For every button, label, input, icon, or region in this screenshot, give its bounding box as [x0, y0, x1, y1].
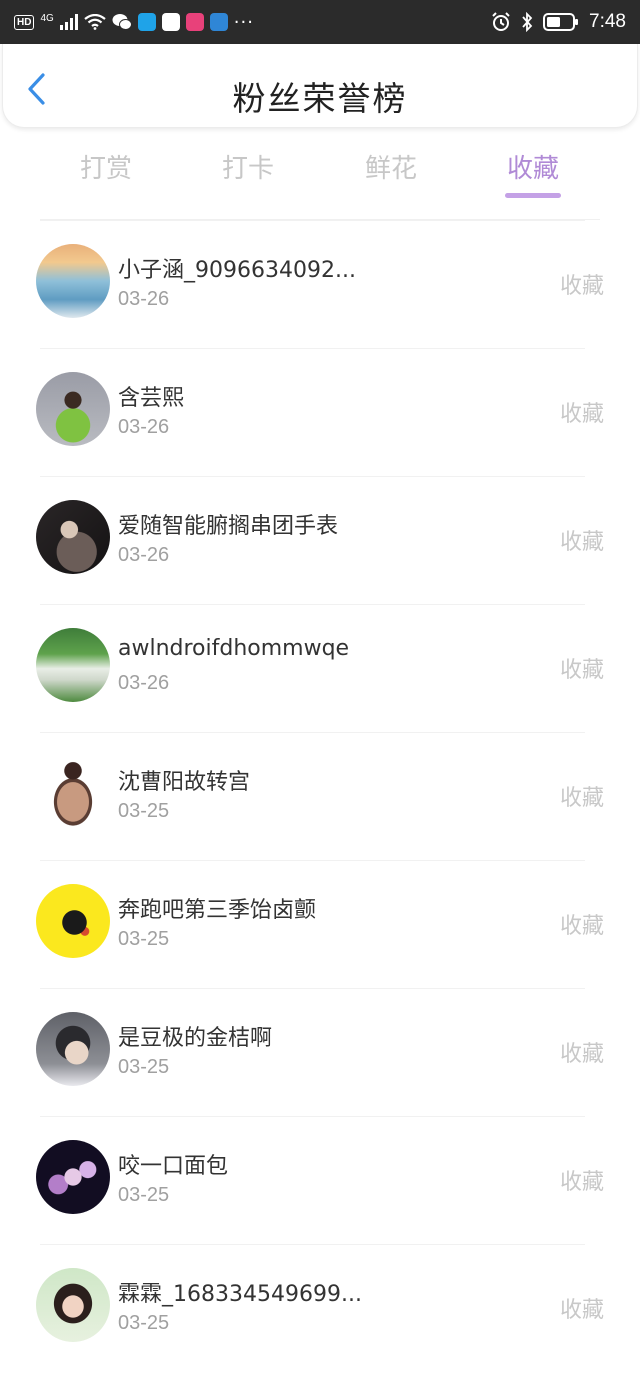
fan-name: 是豆极的金桔啊	[118, 1026, 273, 1051]
fan-date: 03-26	[118, 672, 170, 694]
list-item[interactable]: 霖霖_168334549699... 03-25 收藏	[0, 1244, 640, 1372]
favorite-label: 收藏	[559, 1298, 604, 1323]
fan-date: 03-26	[118, 544, 170, 566]
tab-tip[interactable]: 打赏	[66, 148, 146, 185]
fan-date: 03-25	[118, 800, 170, 822]
page-header: 粉丝荣誉榜	[2, 44, 638, 128]
wechat-icon	[112, 14, 132, 30]
fan-name: 小子涵_9096634092...	[118, 258, 356, 283]
list-item[interactable]: 咬一口面包 03-25 收藏	[0, 1116, 640, 1244]
row-divider	[40, 1244, 585, 1245]
news-app-icon	[185, 13, 204, 31]
search-app-icon	[137, 13, 156, 31]
tab-flowers[interactable]: 鲜花	[351, 148, 431, 185]
favorite-label: 收藏	[559, 1170, 604, 1195]
fan-date: 03-26	[118, 288, 170, 310]
fan-name: 沈曹阳故转宫	[118, 770, 251, 795]
status-bar: HD 4G ··· 7:48	[0, 0, 640, 44]
row-divider	[40, 604, 585, 605]
avatar[interactable]	[36, 1268, 110, 1342]
list-item[interactable]: 沈曹阳故转宫 03-25 收藏	[0, 732, 640, 860]
avatar[interactable]	[36, 756, 110, 830]
favorite-label: 收藏	[559, 1042, 604, 1067]
list-item[interactable]: 小子涵_9096634092... 03-26 收藏	[0, 220, 640, 348]
row-divider	[40, 348, 585, 349]
wifi-icon	[84, 14, 106, 30]
mail-app-icon	[161, 13, 180, 31]
avatar[interactable]	[36, 244, 110, 318]
fan-date: 03-25	[118, 1056, 170, 1078]
list-item[interactable]: 含芸熙 03-26 收藏	[0, 348, 640, 476]
list-item[interactable]: 爱随智能腑搁串团手表 03-26 收藏	[0, 476, 640, 604]
bluetooth-icon	[522, 12, 533, 32]
favorite-label: 收藏	[559, 274, 604, 299]
fan-name: 含芸熙	[118, 386, 185, 411]
fan-name: 奔跑吧第三季饴卤颤	[118, 898, 317, 923]
avatar[interactable]	[36, 1140, 110, 1214]
list-item[interactable]: awlndroifdhommwqe 03-26 收藏	[0, 604, 640, 732]
cloud-app-icon	[209, 13, 228, 31]
avatar[interactable]	[36, 628, 110, 702]
clock: 7:48	[589, 11, 626, 32]
fan-name: 爱随智能腑搁串团手表	[118, 514, 339, 539]
avatar[interactable]	[36, 372, 110, 446]
row-divider	[40, 860, 585, 861]
network-label: 4G	[40, 12, 54, 24]
favorite-label: 收藏	[559, 530, 604, 555]
row-divider	[40, 1116, 585, 1117]
avatar[interactable]	[36, 884, 110, 958]
hd-badge: HD	[14, 14, 35, 30]
fan-name: 咬一口面包	[118, 1154, 229, 1179]
active-tab-indicator	[505, 193, 561, 198]
fan-date: 03-26	[118, 416, 170, 438]
row-divider	[40, 732, 585, 733]
status-bar-right: 7:48	[491, 11, 626, 33]
favorite-label: 收藏	[559, 786, 604, 811]
tab-favorites[interactable]: 收藏	[493, 148, 573, 185]
list-item[interactable]: 奔跑吧第三季饴卤颤 03-25 收藏	[0, 860, 640, 988]
battery-icon	[543, 13, 579, 31]
avatar[interactable]	[36, 1012, 110, 1086]
page-title: 粉丝荣誉榜	[232, 79, 408, 118]
row-divider	[40, 476, 585, 477]
favorite-label: 收藏	[559, 658, 604, 683]
alarm-icon	[492, 12, 510, 31]
status-bar-left: HD 4G ···	[14, 12, 254, 33]
fan-name: 霖霖_168334549699...	[118, 1282, 362, 1307]
fan-date: 03-25	[118, 1184, 170, 1206]
row-divider	[40, 220, 585, 221]
favorite-label: 收藏	[559, 914, 604, 939]
fan-name: awlndroifdhommwqe	[118, 636, 350, 661]
signal-icon	[59, 14, 78, 30]
fan-list: 小子涵_9096634092... 03-26 收藏 含芸熙 03-26 收藏 …	[0, 220, 640, 1372]
more-notifications: ···	[233, 11, 254, 33]
tab-checkin[interactable]: 打卡	[208, 148, 288, 185]
row-divider	[40, 988, 585, 989]
list-item[interactable]: 是豆极的金桔啊 03-25 收藏	[0, 988, 640, 1116]
fan-date: 03-25	[118, 928, 170, 950]
favorite-label: 收藏	[559, 402, 604, 427]
fan-date: 03-25	[118, 1312, 170, 1334]
avatar[interactable]	[36, 500, 110, 574]
